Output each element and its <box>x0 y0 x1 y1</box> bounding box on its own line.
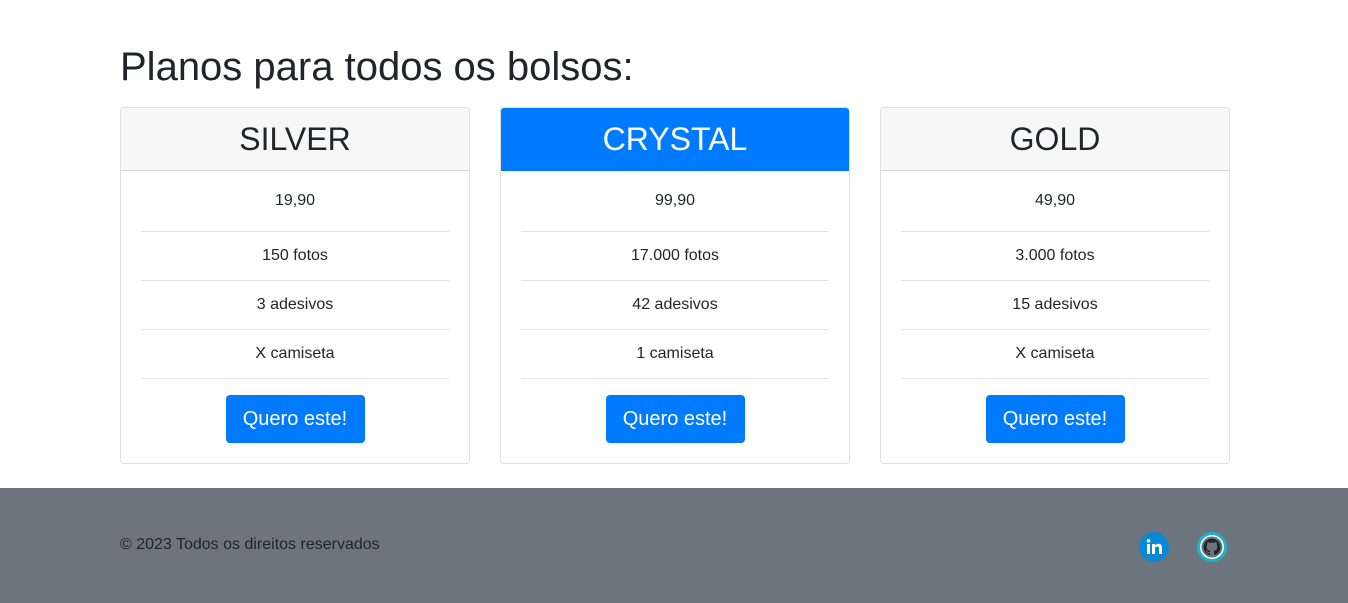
plans-section: SILVER 19,90 150 fotos 3 adesivos X cami… <box>120 107 1230 464</box>
plan-name: CRYSTAL <box>501 108 849 171</box>
copyright-text: © 2023 Todos os direitos reservados <box>120 536 380 553</box>
plan-feature-stickers: 42 adesivos <box>521 281 829 330</box>
plan-feature-stickers: 3 adesivos <box>141 281 449 330</box>
plan-card-gold: GOLD 49,90 3.000 fotos 15 adesivos X cam… <box>880 107 1230 464</box>
plan-feature-tshirt: X camiseta <box>141 330 449 379</box>
plan-feature-photos: 150 fotos <box>141 232 449 281</box>
plan-feature-tshirt: 1 camiseta <box>521 330 829 379</box>
plan-name: GOLD <box>881 108 1229 171</box>
plan-price: 19,90 <box>141 171 449 232</box>
linkedin-icon[interactable] <box>1139 532 1169 562</box>
github-icon[interactable] <box>1197 532 1227 562</box>
plan-price: 99,90 <box>521 171 829 232</box>
choose-plan-button[interactable]: Quero este! <box>605 395 745 443</box>
plan-body: 99,90 17.000 fotos 42 adesivos 1 camiset… <box>501 171 849 463</box>
page-title: Planos para todos os bolsos: <box>120 45 634 89</box>
footer: © 2023 Todos os direitos reservados <box>0 488 1348 603</box>
plan-name: SILVER <box>121 108 469 171</box>
plan-price: 49,90 <box>901 171 1209 232</box>
choose-plan-button[interactable]: Quero este! <box>225 395 365 443</box>
plan-body: 49,90 3.000 fotos 15 adesivos X camiseta… <box>881 171 1229 463</box>
plan-feature-photos: 17.000 fotos <box>521 232 829 281</box>
plan-card-crystal: CRYSTAL 99,90 17.000 fotos 42 adesivos 1… <box>500 107 850 464</box>
plan-card-silver: SILVER 19,90 150 fotos 3 adesivos X cami… <box>120 107 470 464</box>
plan-feature-tshirt: X camiseta <box>901 330 1209 379</box>
plan-body: 19,90 150 fotos 3 adesivos X camiseta Qu… <box>121 171 469 463</box>
choose-plan-button[interactable]: Quero este! <box>985 395 1125 443</box>
plan-feature-stickers: 15 adesivos <box>901 281 1209 330</box>
plan-feature-photos: 3.000 fotos <box>901 232 1209 281</box>
